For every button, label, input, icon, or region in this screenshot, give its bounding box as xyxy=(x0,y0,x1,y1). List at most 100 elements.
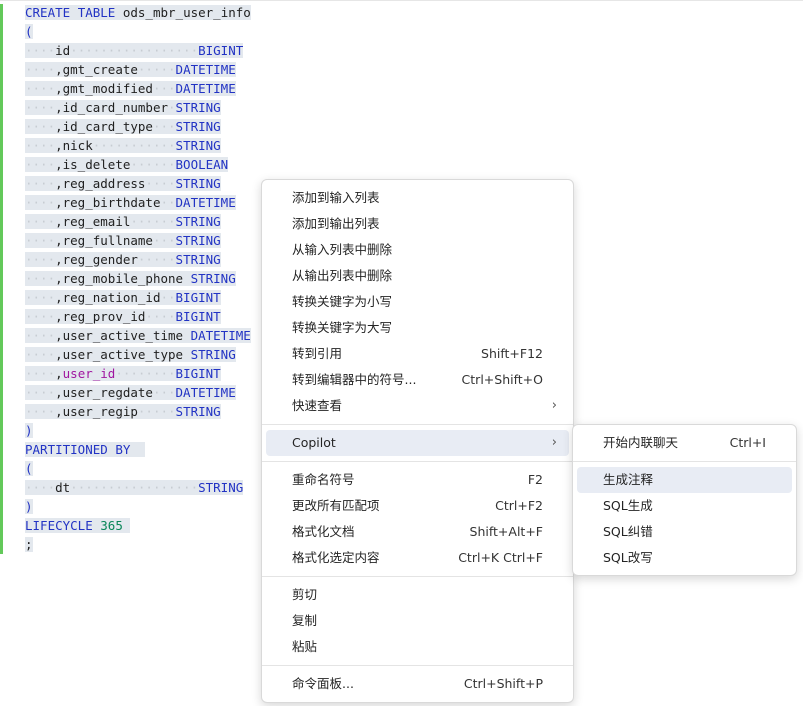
whitespace-dots: ····· xyxy=(137,62,176,77)
context-menu-item[interactable]: 从输入列表中删除 xyxy=(266,237,569,263)
whitespace-dots: ········ xyxy=(115,366,176,381)
code-line[interactable]: ) xyxy=(25,497,251,516)
whitespace-dots: ···· xyxy=(25,214,56,229)
code-token: CREATE xyxy=(25,5,71,20)
code-line[interactable]: ····,user_regdate···DATETIME xyxy=(25,383,251,402)
code-token: ,reg_gender xyxy=(55,252,138,267)
copilot-submenu-item[interactable]: 开始内联聊天 Ctrl+I xyxy=(577,430,792,456)
code-line[interactable]: ····,reg_prov_id····BIGINT xyxy=(25,307,251,326)
context-menu-item-label: 格式化文档 xyxy=(292,524,355,539)
copilot-submenu-item-label: SQL纠错 xyxy=(603,524,653,539)
selection-highlight: ( xyxy=(25,24,33,39)
code-token: ,nick xyxy=(55,138,93,153)
whitespace-dots: ···· xyxy=(25,100,56,115)
context-menu-item[interactable]: Copilot › xyxy=(266,430,569,456)
code-line[interactable]: ····dt·················STRING xyxy=(25,478,251,497)
context-menu-item[interactable]: 重命名符号 F2 xyxy=(266,467,569,493)
code-line[interactable]: ····,reg_address····STRING xyxy=(25,174,251,193)
whitespace-dots: ·· xyxy=(160,290,176,305)
code-line[interactable]: ····,is_delete······BOOLEAN xyxy=(25,155,251,174)
whitespace-dots: ···· xyxy=(25,119,56,134)
context-menu-item[interactable]: 从输出列表中删除 xyxy=(266,263,569,289)
copilot-submenu-item-label: 开始内联聊天 xyxy=(603,435,679,450)
context-menu-item[interactable]: 粘贴 xyxy=(266,634,569,660)
code-line[interactable]: ····,gmt_modified···DATETIME xyxy=(25,79,251,98)
context-menu-item[interactable]: 快速查看 › xyxy=(266,393,569,419)
context-menu-item[interactable]: 命令面板... Ctrl+Shift+P xyxy=(266,671,569,697)
whitespace-dots: ···· xyxy=(25,195,56,210)
code-line[interactable]: ) xyxy=(25,421,251,440)
copilot-submenu-item[interactable]: SQL生成 xyxy=(577,493,792,519)
code-line[interactable]: PARTITIONED BY xyxy=(25,440,251,459)
context-menu-item[interactable]: 添加到输出列表 xyxy=(266,211,569,237)
code-line[interactable]: ····id·················BIGINT xyxy=(25,41,251,60)
code-line[interactable]: ····,reg_fullname···STRING xyxy=(25,231,251,250)
context-menu-item-label: 更改所有匹配项 xyxy=(292,498,380,513)
selection-highlight: ····,reg_birthdate··DATETIME xyxy=(25,195,236,210)
code-line[interactable]: ( xyxy=(25,459,251,478)
copilot-submenu-item-label: SQL生成 xyxy=(603,498,653,513)
selection-highlight: ····,reg_address····STRING xyxy=(25,176,221,191)
context-menu-item[interactable]: 格式化选定内容 Ctrl+K Ctrl+F xyxy=(266,545,569,571)
context-menu-item[interactable]: 转到引用 Shift+F12 xyxy=(266,341,569,367)
copilot-submenu-item[interactable]: SQL改写 xyxy=(577,545,792,571)
copilot-submenu-item[interactable]: 生成注释 xyxy=(577,467,792,493)
selection-highlight: ····,reg_nation_id··BIGINT xyxy=(25,290,221,305)
context-menu-item[interactable]: 转换关键字为小写 xyxy=(266,289,569,315)
whitespace-dots: ···· xyxy=(25,366,56,381)
context-menu-item[interactable]: 复制 xyxy=(266,608,569,634)
context-menu-item[interactable]: 转到编辑器中的符号... Ctrl+Shift+O xyxy=(266,367,569,393)
code-line[interactable]: ····,id_card_number·STRING xyxy=(25,98,251,117)
selection-highlight: ····,user_active_time DATETIME xyxy=(25,328,251,343)
code-line[interactable]: LIFECYCLE 365 xyxy=(25,516,251,535)
code-lines[interactable]: CREATE TABLE ods_mbr_user_info ( ····id···… xyxy=(25,3,251,554)
code-line[interactable]: ( xyxy=(25,22,251,41)
whitespace-dots: ················· xyxy=(70,480,199,495)
code-line[interactable]: ····,reg_nation_id··BIGINT xyxy=(25,288,251,307)
context-menu-item-label: 快速查看 xyxy=(292,398,343,413)
selection-highlight: ····,reg_email······STRING xyxy=(25,214,221,229)
code-token: ) xyxy=(25,499,33,514)
copilot-submenu-separator xyxy=(573,461,796,462)
context-menu-item-label: 格式化选定内容 xyxy=(292,550,380,565)
code-line[interactable]: ····,user_id········BIGINT xyxy=(25,364,251,383)
code-token: ; xyxy=(25,537,33,552)
context-menu-separator xyxy=(262,665,573,666)
code-line[interactable]: ····,nick···········STRING xyxy=(25,136,251,155)
whitespace-dots: ···· xyxy=(25,81,56,96)
code-line[interactable]: ····,user_active_time DATETIME xyxy=(25,326,251,345)
code-line[interactable]: CREATE TABLE ods_mbr_user_info xyxy=(25,3,251,22)
code-token: ,reg_address xyxy=(55,176,146,191)
copilot-submenu-item[interactable]: SQL纠错 xyxy=(577,519,792,545)
code-line[interactable]: ····,reg_gender·····STRING xyxy=(25,250,251,269)
whitespace-dots: ··········· xyxy=(92,138,176,153)
code-line[interactable]: ····,user_active_type STRING xyxy=(25,345,251,364)
code-token: DATETIME xyxy=(175,62,236,77)
context-menu-item[interactable]: 添加到输入列表 xyxy=(266,185,569,211)
code-line[interactable]: ····,id_card_type···STRING xyxy=(25,117,251,136)
context-menu-item[interactable]: 更改所有匹配项 Ctrl+F2 xyxy=(266,493,569,519)
code-token: STRING xyxy=(175,119,221,134)
code-line[interactable]: ····,user_regip·····STRING xyxy=(25,402,251,421)
code-line[interactable]: ; xyxy=(25,535,251,554)
context-menu-item[interactable]: 剪切 xyxy=(266,582,569,608)
context-menu-item[interactable]: 转换关键字为大写 xyxy=(266,315,569,341)
code-token: ,reg_birthdate xyxy=(55,195,161,210)
code-token: ,is_delete xyxy=(55,157,131,172)
context-menu-item-label: 转换关键字为大写 xyxy=(292,320,393,335)
code-token: DATETIME xyxy=(190,328,251,343)
code-token: dt xyxy=(55,480,71,495)
editor-top-border xyxy=(0,0,803,1)
code-token: STRING xyxy=(175,138,221,153)
copilot-submenu-item-label: 生成注释 xyxy=(603,472,654,487)
code-line[interactable]: ····,reg_birthdate··DATETIME xyxy=(25,193,251,212)
code-token: ,reg_fullname xyxy=(55,233,153,248)
context-menu-item[interactable]: 格式化文档 Shift+Alt+F xyxy=(266,519,569,545)
code-line[interactable]: ····,reg_mobile_phone STRING xyxy=(25,269,251,288)
selection-highlight: ····,nick···········STRING xyxy=(25,138,221,153)
code-line[interactable]: ····,gmt_create·····DATETIME xyxy=(25,60,251,79)
code-line[interactable]: ····,reg_email······STRING xyxy=(25,212,251,231)
